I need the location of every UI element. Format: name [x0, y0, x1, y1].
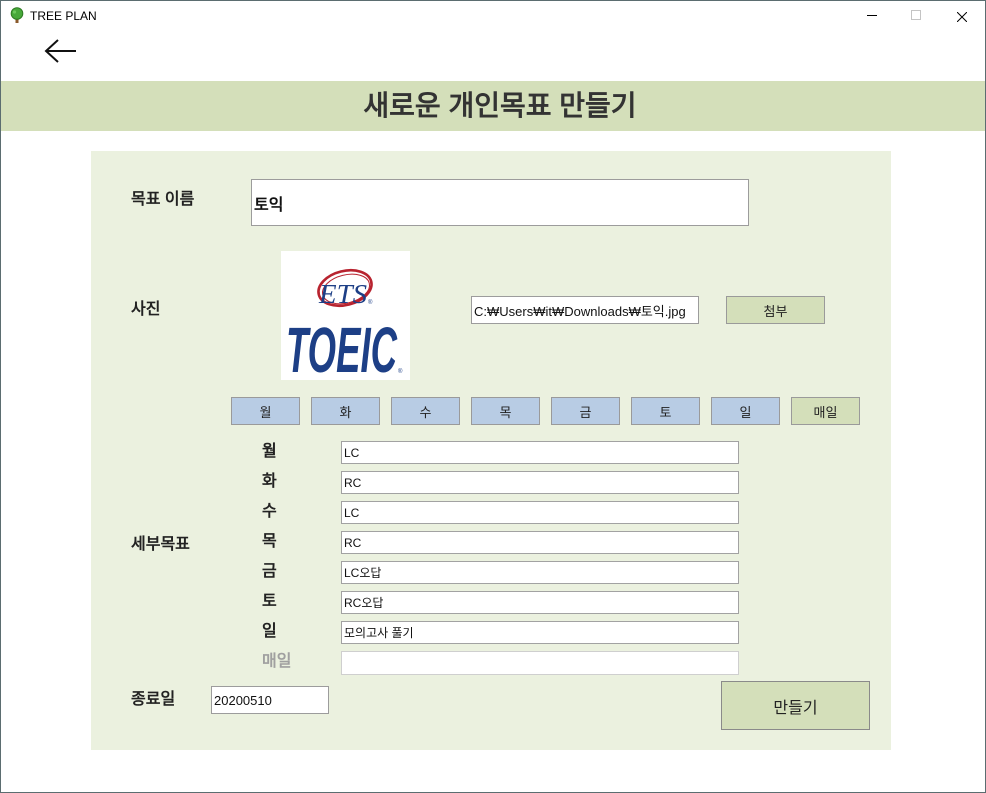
day-button-thu[interactable]: 목	[471, 397, 540, 425]
photo-label: 사진	[131, 301, 161, 318]
photo-preview: ETS ® TOEIC ®	[281, 251, 410, 386]
subgoal-day-label: 매일	[262, 653, 292, 670]
subgoal-day-label: 월	[262, 443, 277, 460]
subgoal-input-mon[interactable]	[341, 441, 739, 464]
subgoal-input-sun[interactable]	[341, 621, 739, 644]
window-title: TREE PLAN	[30, 9, 97, 23]
toeic-logo-image: ETS ® TOEIC ®	[286, 268, 403, 386]
goal-name-label: 목표 이름	[131, 191, 195, 208]
end-date-input[interactable]	[211, 686, 329, 714]
subgoal-row-sun: 일	[262, 621, 739, 644]
end-date-label: 종료일	[131, 691, 176, 708]
day-button-fri[interactable]: 금	[551, 397, 620, 425]
subgoal-row-mon: 월	[262, 441, 739, 464]
subgoal-day-label: 금	[262, 563, 277, 580]
tree-icon	[9, 7, 25, 24]
close-icon	[956, 10, 968, 23]
logo-registered-mark: ®	[398, 368, 403, 375]
maximize-icon	[911, 10, 921, 20]
subgoal-row-wed: 수	[262, 501, 739, 524]
day-button-mon[interactable]: 월	[231, 397, 300, 425]
day-button-wed[interactable]: 수	[391, 397, 460, 425]
subgoal-input-sat[interactable]	[341, 591, 739, 614]
subgoal-row-sat: 토	[262, 591, 739, 614]
subgoal-row-everyday: 매일	[262, 651, 739, 675]
day-button-sun[interactable]: 일	[711, 397, 780, 425]
title-bar[interactable]: TREE PLAN	[1, 1, 985, 31]
minimize-button[interactable]	[849, 1, 895, 30]
day-button-everyday[interactable]: 매일	[791, 397, 860, 425]
attach-button[interactable]: 첨부	[726, 296, 825, 324]
back-button[interactable]	[40, 34, 82, 68]
subgoal-input-tue[interactable]	[341, 471, 739, 494]
arrow-left-icon	[44, 39, 76, 63]
subgoal-input-wed[interactable]	[341, 501, 739, 524]
header-band: 새로운 개인목표 만들기	[1, 81, 985, 131]
subgoal-day-label: 목	[262, 533, 277, 550]
page-title: 새로운 개인목표 만들기	[363, 90, 637, 121]
logo-toeic-text: TOEIC	[286, 314, 397, 380]
close-button[interactable]	[939, 1, 985, 30]
logo-registered-mark: ®	[368, 299, 373, 306]
logo-ets-text: ETS	[318, 279, 368, 309]
create-button[interactable]: 만들기	[721, 681, 870, 730]
subgoal-row-thu: 목	[262, 531, 739, 554]
subgoal-day-label: 수	[262, 503, 277, 520]
day-button-sat[interactable]: 토	[631, 397, 700, 425]
subgoal-input-everyday	[341, 651, 739, 675]
subgoal-row-tue: 화	[262, 471, 739, 494]
maximize-button[interactable]	[893, 1, 939, 30]
subgoal-input-fri[interactable]	[341, 561, 739, 584]
subgoal-day-label: 일	[262, 623, 277, 640]
subgoal-row-fri: 금	[262, 561, 739, 584]
minimize-icon	[867, 15, 877, 16]
day-button-tue[interactable]: 화	[311, 397, 380, 425]
subgoal-day-label: 토	[262, 593, 277, 610]
goal-name-input[interactable]	[251, 179, 749, 226]
subgoal-input-thu[interactable]	[341, 531, 739, 554]
subgoals-label: 세부목표	[131, 536, 190, 553]
subgoal-day-label: 화	[262, 473, 277, 490]
photo-path-input[interactable]	[471, 296, 699, 324]
